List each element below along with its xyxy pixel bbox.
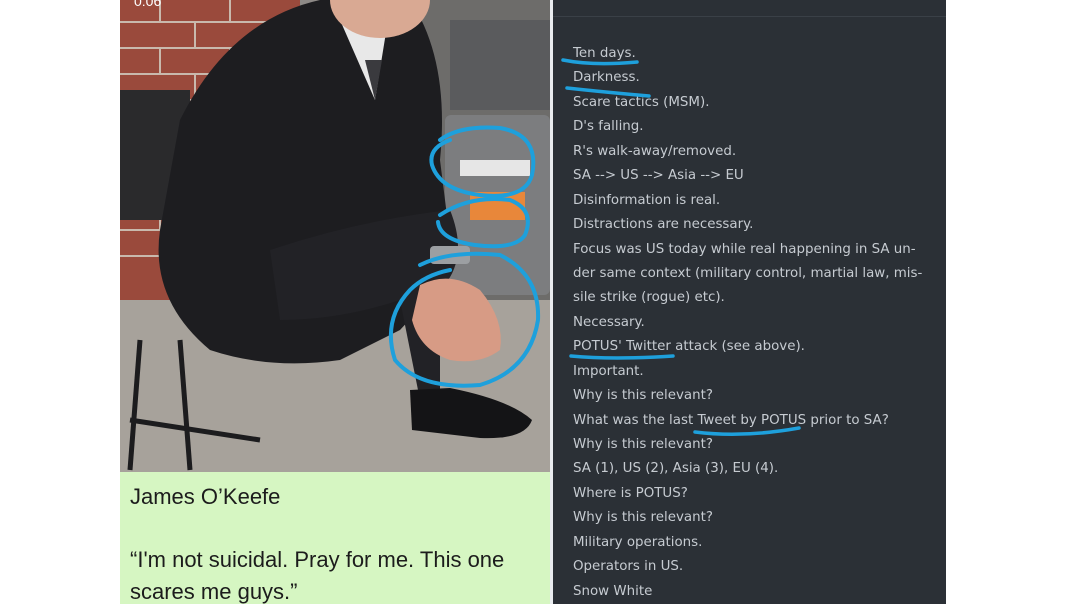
post-line: Disinformation is real.: [573, 192, 721, 208]
post-line: D's falling.: [573, 119, 644, 135]
post-body: Ten days. Darkness. Scare tactics (MSM).…: [573, 42, 922, 604]
post-line: Necessary.: [573, 314, 645, 330]
drop-post-panel: Ten days. Darkness. Scare tactics (MSM).…: [553, 0, 946, 604]
post-line: What was the last Tweet by POTUS prior t…: [573, 412, 889, 428]
post-line: Snow White: [573, 583, 653, 599]
post-line: SA --> US --> Asia --> EU: [573, 168, 744, 184]
post-line: Darkness.: [573, 70, 640, 86]
video-still-image: [120, 0, 550, 472]
post-line: Why is this relevant?: [573, 437, 713, 452]
post-line: SA (1), US (2), Asia (3), EU (4).: [573, 461, 779, 477]
video-timestamp: 0:06: [134, 0, 162, 9]
caption-bubble: James O’Keefe “I'm not suicidal. Pray fo…: [120, 472, 550, 604]
post-line: Why is this relevant?: [573, 510, 713, 526]
post-line: der same context (military control, mart…: [573, 265, 923, 281]
post-line: Ten days.: [573, 46, 636, 61]
video-frame[interactable]: 0:06: [120, 0, 550, 472]
panel-header-rule: [553, 16, 946, 17]
video-post: 0:06 James O’Keefe “I'm not suicidal. Pr…: [120, 0, 550, 604]
post-line: Military operations.: [573, 534, 703, 550]
post-line: Operators in US.: [573, 559, 684, 575]
post-line: Distractions are necessary.: [573, 217, 754, 233]
post-line: sile strike (rogue) etc).: [573, 290, 725, 306]
post-line: Important.: [573, 363, 644, 379]
post-line: Where is POTUS?: [573, 485, 688, 501]
post-line: Scare tactics (MSM).: [573, 94, 710, 110]
post-line: POTUS' Twitter attack (see above).: [573, 339, 805, 355]
post-line: R's walk-away/removed.: [573, 143, 737, 159]
caption-author: James O’Keefe: [130, 484, 281, 509]
post-line: Focus was US today while real happening …: [573, 241, 916, 257]
caption-quote: “I'm not suicidal. Pray for me. This one…: [130, 547, 505, 604]
post-line: Why is this relevant?: [573, 388, 713, 404]
